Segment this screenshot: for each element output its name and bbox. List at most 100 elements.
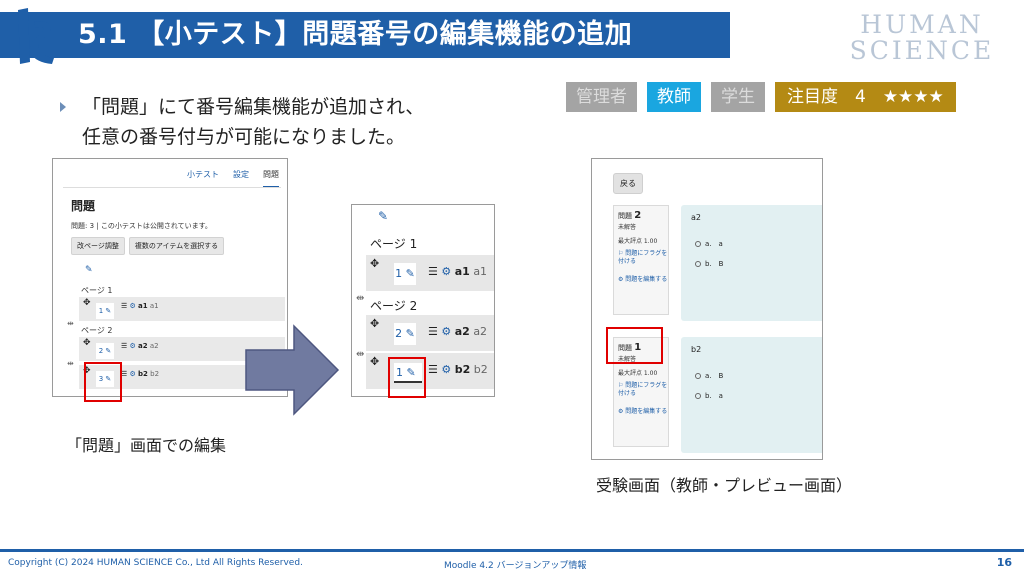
question-number-edit[interactable]: 1 ✎ bbox=[394, 263, 416, 285]
page-number: 16 bbox=[996, 556, 1012, 569]
question-row: ✥ 2 ✎ ☰ ⚙ a2 a2 bbox=[366, 315, 494, 351]
highlight-box-preview bbox=[606, 327, 663, 364]
badge-admin: 管理者 bbox=[566, 82, 637, 112]
role-badges: 管理者 教師 学生 注目度 4 ★★★★ bbox=[566, 82, 956, 112]
page-2-label: ページ 2 bbox=[370, 299, 418, 313]
question-row: ✥ 1 ✎ ☰ ⚙ a1 a1 bbox=[79, 297, 285, 321]
edit-question-link[interactable]: ⚙ 問題を編集する bbox=[618, 408, 668, 416]
question-body: b2 a. B b. a bbox=[681, 337, 822, 453]
question-name[interactable]: b2 bbox=[455, 363, 471, 376]
quiz-tabs: 小テスト 設定 問題 bbox=[187, 169, 279, 188]
brand-line-1: HUMAN bbox=[860, 10, 984, 39]
questions-heading: 問題 bbox=[71, 199, 96, 213]
edit-heading-pencil-icon[interactable]: ✎ bbox=[378, 209, 388, 223]
question-number-edit[interactable]: 1 ✎ bbox=[96, 303, 114, 319]
badge-teacher: 教師 bbox=[647, 82, 701, 112]
question-body: a2 a. a b. B bbox=[681, 205, 822, 321]
page-split-icon[interactable]: ⇹ bbox=[356, 349, 364, 360]
question-item: ☰ ⚙ a2 a2 bbox=[428, 325, 488, 338]
gear-icon[interactable]: ⚙ bbox=[441, 265, 451, 278]
question-text: a1 bbox=[473, 265, 488, 278]
back-button[interactable]: 戻る bbox=[613, 173, 643, 194]
question-name[interactable]: a2 bbox=[138, 342, 148, 350]
question-text: a1 bbox=[149, 302, 159, 310]
move-icon[interactable]: ✥ bbox=[370, 355, 379, 368]
question-name[interactable]: b2 bbox=[138, 370, 148, 378]
question-text: b2 bbox=[150, 370, 160, 378]
tab-questions[interactable]: 問題 bbox=[263, 169, 279, 188]
gear-icon[interactable]: ⚙ bbox=[130, 370, 136, 378]
page-split-icon[interactable]: ⇹ bbox=[356, 293, 364, 304]
question-info-card: 問題 2 未解答 最大評点 1.00 ⚐ 問題にフラグを付ける ⚙ 問題を編集す… bbox=[613, 205, 669, 315]
gear-icon[interactable]: ⚙ bbox=[130, 302, 136, 310]
question-max-grade: 最大評点 1.00 bbox=[618, 370, 658, 377]
repaginate-button[interactable]: 改ページ調整 bbox=[71, 237, 125, 255]
intro-text: 「問題」にて番号編集機能が追加され、 任意の番号付与が可能になりました。 bbox=[82, 92, 424, 152]
question-text: b2 bbox=[691, 345, 702, 354]
answer-option[interactable]: a. B bbox=[695, 371, 723, 381]
badge-attention: 注目度 4 ★★★★ bbox=[775, 82, 956, 112]
question-number-label: 問題 2 bbox=[618, 210, 642, 221]
move-icon[interactable]: ✥ bbox=[370, 317, 379, 330]
slide-header: 5.1 【小テスト】問題番号の編集機能の追加 HUMAN SCIENCE bbox=[0, 0, 1024, 72]
move-icon[interactable]: ✥ bbox=[370, 257, 379, 270]
tab-divider bbox=[63, 187, 281, 188]
move-icon[interactable]: ✥ bbox=[83, 298, 91, 308]
question-name[interactable]: a2 bbox=[455, 325, 470, 338]
question-item: ☰ ⚙ b2 b2 bbox=[428, 363, 488, 376]
gear-icon[interactable]: ⚙ bbox=[130, 342, 136, 350]
brand-wordmark: HUMAN SCIENCE bbox=[836, 12, 1008, 64]
answer-option[interactable]: b. B bbox=[695, 259, 723, 269]
question-row: ✥ ☰ ⚙ b2 b2 bbox=[366, 353, 494, 389]
radio-icon[interactable] bbox=[695, 241, 701, 247]
question-name[interactable]: a1 bbox=[455, 265, 470, 278]
question-action-buttons: 改ページ調整 複数のアイテムを選択する bbox=[71, 237, 225, 255]
question-row: ✥ 1 ✎ ☰ ⚙ a1 a1 bbox=[366, 255, 494, 291]
flag-question-link[interactable]: ⚐ 問題にフラグを付ける bbox=[618, 250, 668, 266]
badge-student: 学生 bbox=[711, 82, 765, 112]
question-name[interactable]: a1 bbox=[138, 302, 148, 310]
company-logo-icon bbox=[18, 8, 54, 64]
radio-icon[interactable] bbox=[695, 393, 701, 399]
radio-icon[interactable] bbox=[695, 261, 701, 267]
question-text: a2 bbox=[691, 213, 701, 222]
gear-icon[interactable]: ⚙ bbox=[441, 325, 451, 338]
question-text: a2 bbox=[473, 325, 488, 338]
edit-heading-pencil-icon[interactable]: ✎ bbox=[85, 265, 93, 275]
question-number-edit[interactable]: 2 ✎ bbox=[96, 343, 114, 359]
caption-questions-screen: 「問題」画面での編集 bbox=[66, 436, 227, 455]
brand-line-2: SCIENCE bbox=[849, 36, 995, 65]
answer-option[interactable]: b. a bbox=[695, 391, 723, 401]
page-1-label: ページ 1 bbox=[81, 286, 113, 295]
move-icon[interactable]: ✥ bbox=[83, 338, 91, 348]
intro-line-1: 「問題」にて番号編集機能が追加され、 bbox=[82, 96, 425, 118]
question-state: 未解答 bbox=[618, 224, 637, 231]
radio-icon[interactable] bbox=[695, 373, 701, 379]
preview-screen-panel: 戻る 問題 2 未解答 最大評点 1.00 ⚐ 問題にフラグを付ける ⚙ 問題を… bbox=[591, 158, 823, 460]
quiz-status-text: 問題: 3 | この小テストは公開されています。 bbox=[71, 222, 212, 230]
intro-line-2: 任意の番号付与が可能になりました。 bbox=[82, 126, 406, 148]
footer-divider bbox=[0, 549, 1024, 552]
arrow-right-icon bbox=[245, 324, 340, 416]
select-multiple-button[interactable]: 複数のアイテムを選択する bbox=[128, 237, 225, 255]
edit-question-link[interactable]: ⚙ 問題を編集する bbox=[618, 276, 668, 284]
tab-settings[interactable]: 設定 bbox=[233, 169, 249, 188]
question-item: ☰ ⚙ a2 a2 bbox=[121, 342, 159, 350]
flag-question-link[interactable]: ⚐ 問題にフラグを付ける bbox=[618, 382, 668, 398]
question-item: ☰ ⚙ a1 a1 bbox=[428, 265, 488, 278]
page-split-icon[interactable]: ⇹ bbox=[67, 319, 74, 328]
page-split-icon[interactable]: ⇹ bbox=[67, 359, 74, 368]
caption-preview-screen: 受験画面（教師・プレビュー画面） bbox=[596, 476, 853, 495]
tab-quiz[interactable]: 小テスト bbox=[187, 169, 219, 188]
highlight-box-edit bbox=[388, 357, 426, 398]
question-text: b2 bbox=[473, 363, 488, 376]
gear-icon[interactable]: ⚙ bbox=[441, 363, 451, 376]
highlight-box-number bbox=[84, 362, 122, 402]
question-item: ☰ ⚙ b2 b2 bbox=[121, 370, 160, 378]
footer-subtitle: Moodle 4.2 バージョンアップ情報 bbox=[444, 561, 587, 571]
slide-footer: Copyright (C) 2024 HUMAN SCIENCE Co., Lt… bbox=[0, 556, 1024, 576]
question-number-edit[interactable]: 2 ✎ bbox=[394, 323, 416, 345]
question-item: ☰ ⚙ a1 a1 bbox=[121, 302, 159, 310]
question-text: a2 bbox=[149, 342, 159, 350]
answer-option[interactable]: a. a bbox=[695, 239, 723, 249]
